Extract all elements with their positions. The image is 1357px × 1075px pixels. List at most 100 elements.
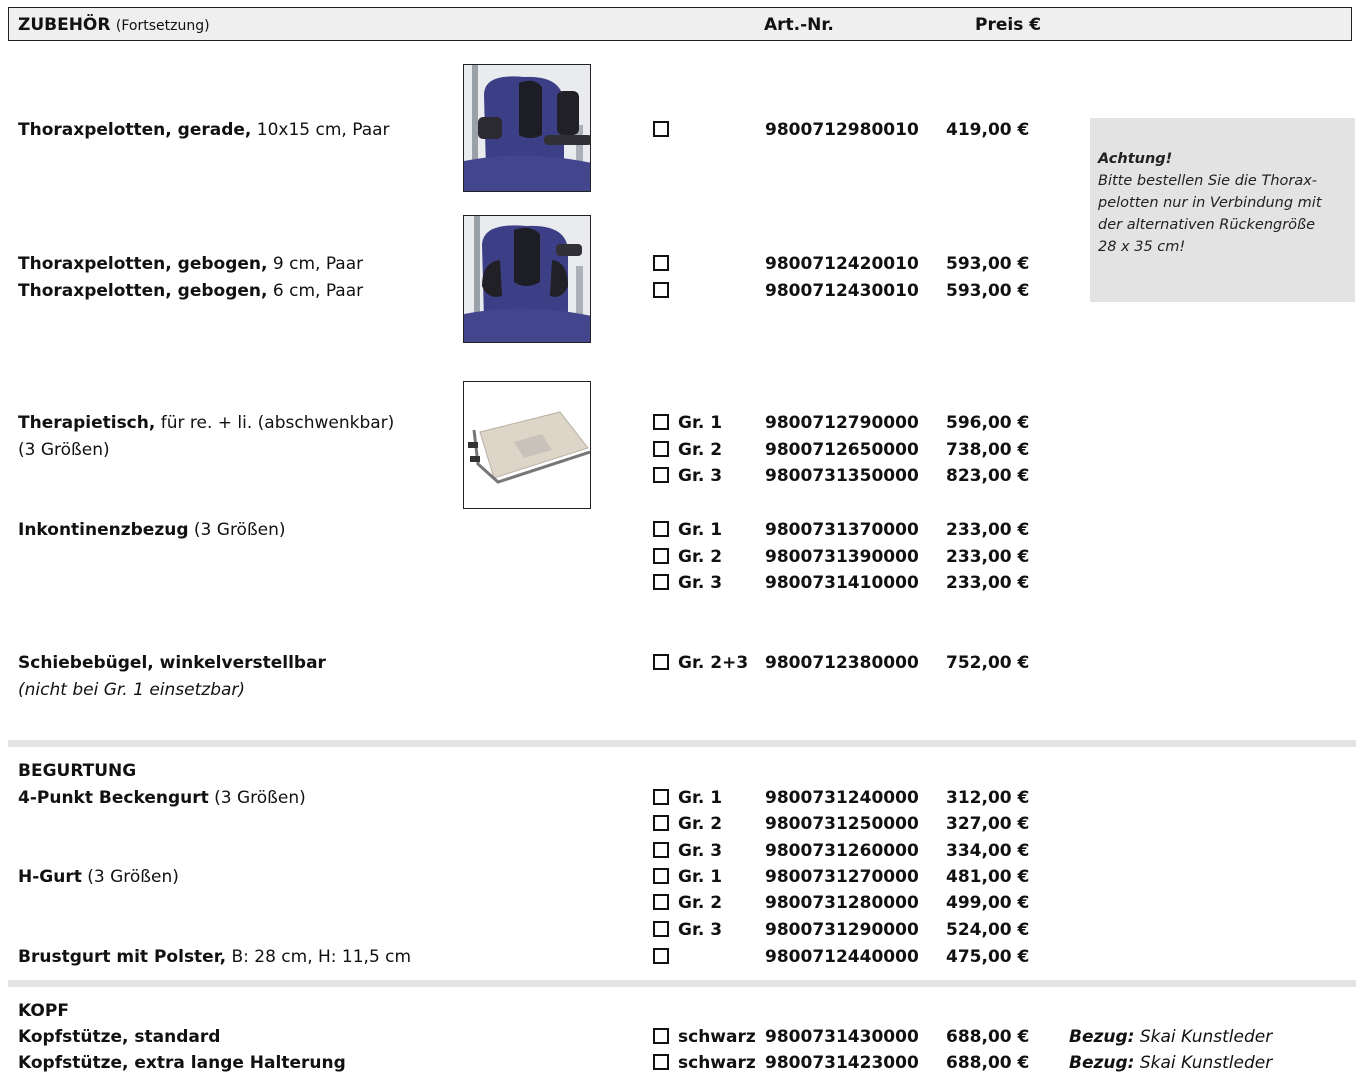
price: 327,00 € <box>946 814 1030 834</box>
size-label: Gr. 2 <box>678 893 723 913</box>
price: 233,00 € <box>946 573 1030 593</box>
attention-note: Achtung! Bitte bestellen Sie die Thorax-… <box>1090 118 1355 302</box>
color-label: schwarz <box>678 1027 756 1047</box>
note-line: der alternativen Rückengröße <box>1098 217 1316 233</box>
header-title: ZUBEHÖR (Fortsetzung) <box>18 15 210 35</box>
kopfstuetze-extra-desc: Kopfstütze, extra lange Halterung <box>18 1053 346 1073</box>
beckengurt-gr3-checkbox[interactable] <box>653 842 669 858</box>
thorax-gebogen-image <box>463 215 591 343</box>
size-label: Gr. 3 <box>678 841 723 861</box>
beckengurt-gr1-checkbox[interactable] <box>653 789 669 805</box>
size-label: Gr. 2 <box>678 814 723 834</box>
art-number: 9800731350000 <box>765 466 919 486</box>
size-label: Gr. 3 <box>678 573 723 593</box>
art-number: 9800731423000 <box>765 1053 919 1073</box>
therapietisch-gr2-checkbox[interactable] <box>653 441 669 457</box>
art-number: 9800731240000 <box>765 788 919 808</box>
hgurt-gr1-checkbox[interactable] <box>653 868 669 884</box>
bezug-info: Bezug: Skai Kunstleder <box>1069 1027 1273 1047</box>
kopfstuetze-extra-checkbox[interactable] <box>653 1054 669 1070</box>
art-number: 9800712380000 <box>765 653 919 673</box>
price: 688,00 € <box>946 1053 1030 1073</box>
art-number: 9800731410000 <box>765 573 919 593</box>
size-label: Gr. 3 <box>678 466 723 486</box>
price: 823,00 € <box>946 466 1030 486</box>
art-number: 9800712650000 <box>765 440 919 460</box>
col-art-header: Art.-Nr. <box>764 15 834 35</box>
brustgurt-desc: Brustgurt mit Polster, B: 28 cm, H: 11,5… <box>18 947 412 967</box>
hgurt-gr2-checkbox[interactable] <box>653 894 669 910</box>
kopfstuetze-standard-desc: Kopfstütze, standard <box>18 1027 221 1047</box>
bezug-info: Bezug: Skai Kunstleder <box>1069 1053 1273 1073</box>
beckengurt-gr2-checkbox[interactable] <box>653 815 669 831</box>
price: 738,00 € <box>946 440 1030 460</box>
thorax-gebogen9-checkbox[interactable] <box>653 255 669 271</box>
price: 593,00 € <box>946 254 1030 274</box>
therapietisch-image <box>463 381 591 509</box>
inkontinenz-gr3-checkbox[interactable] <box>653 574 669 590</box>
thorax-gebogen6-checkbox[interactable] <box>653 282 669 298</box>
size-label: Gr. 1 <box>678 413 723 433</box>
therapietisch-desc-line2: (3 Größen) <box>18 440 110 460</box>
hgurt-desc: H-Gurt (3 Größen) <box>18 867 179 887</box>
size-label: Gr. 3 <box>678 920 723 940</box>
art-number: 9800712430010 <box>765 281 919 301</box>
inkontinenz-gr1-checkbox[interactable] <box>653 521 669 537</box>
kopfstuetze-standard-checkbox[interactable] <box>653 1028 669 1044</box>
thorax-gebogen6-desc: Thoraxpelotten, gebogen, 6 cm, Paar <box>18 281 364 301</box>
art-number: 9800731250000 <box>765 814 919 834</box>
price: 419,00 € <box>946 120 1030 140</box>
color-label: schwarz <box>678 1053 756 1073</box>
art-number: 9800712790000 <box>765 413 919 433</box>
price: 475,00 € <box>946 947 1030 967</box>
price: 524,00 € <box>946 920 1030 940</box>
thorax-gerade-image <box>463 64 591 192</box>
size-label: Gr. 2 <box>678 440 723 460</box>
col-price-header: Preis € <box>975 15 1042 35</box>
size-label: Gr. 1 <box>678 788 723 808</box>
art-number: 9800731390000 <box>765 547 919 567</box>
therapietisch-gr1-checkbox[interactable] <box>653 414 669 430</box>
size-label: Gr. 2+3 <box>678 653 749 673</box>
price: 233,00 € <box>946 547 1030 567</box>
price: 499,00 € <box>946 893 1030 913</box>
size-label: Gr. 2 <box>678 547 723 567</box>
size-label: Gr. 1 <box>678 520 723 540</box>
art-number: 9800731280000 <box>765 893 919 913</box>
beckengurt-desc: 4-Punkt Beckengurt (3 Größen) <box>18 788 306 808</box>
thorax-gerade-checkbox[interactable] <box>653 121 669 137</box>
thorax-gerade-desc: Thoraxpelotten, gerade, 10x15 cm, Paar <box>18 120 390 140</box>
section-header: ZUBEHÖR (Fortsetzung) Art.-Nr. Preis € <box>8 7 1352 41</box>
price: 233,00 € <box>946 520 1030 540</box>
kopf-title: KOPF <box>18 1001 69 1021</box>
schiebe-desc: Schiebebügel, winkelverstellbar <box>18 653 326 673</box>
note-title: Achtung! <box>1098 151 1173 167</box>
art-number: 9800712440000 <box>765 947 919 967</box>
schiebe-desc-line2: (nicht bei Gr. 1 einsetzbar) <box>18 680 246 700</box>
price: 593,00 € <box>946 281 1030 301</box>
price: 752,00 € <box>946 653 1030 673</box>
hgurt-gr3-checkbox[interactable] <box>653 921 669 937</box>
inkontinenz-gr2-checkbox[interactable] <box>653 548 669 564</box>
art-number: 9800712420010 <box>765 254 919 274</box>
inkontinenz-desc: Inkontinenzbezug (3 Größen) <box>18 520 286 540</box>
art-number: 9800731370000 <box>765 520 919 540</box>
brustgurt-checkbox[interactable] <box>653 948 669 964</box>
price: 312,00 € <box>946 788 1030 808</box>
begurtung-title: BEGURTUNG <box>18 761 137 781</box>
price: 596,00 € <box>946 413 1030 433</box>
price: 334,00 € <box>946 841 1030 861</box>
therapietisch-desc: Therapietisch, für re. + li. (abschwenkb… <box>18 413 395 433</box>
art-number: 9800731270000 <box>765 867 919 887</box>
therapietisch-gr3-checkbox[interactable] <box>653 467 669 483</box>
art-number: 9800731260000 <box>765 841 919 861</box>
schiebe-checkbox[interactable] <box>653 654 669 670</box>
art-number: 9800731430000 <box>765 1027 919 1047</box>
price: 688,00 € <box>946 1027 1030 1047</box>
section-divider <box>8 980 1356 987</box>
art-number: 9800731290000 <box>765 920 919 940</box>
note-line: 28 x 35 cm! <box>1098 239 1186 255</box>
art-number: 9800712980010 <box>765 120 919 140</box>
size-label: Gr. 1 <box>678 867 723 887</box>
price: 481,00 € <box>946 867 1030 887</box>
